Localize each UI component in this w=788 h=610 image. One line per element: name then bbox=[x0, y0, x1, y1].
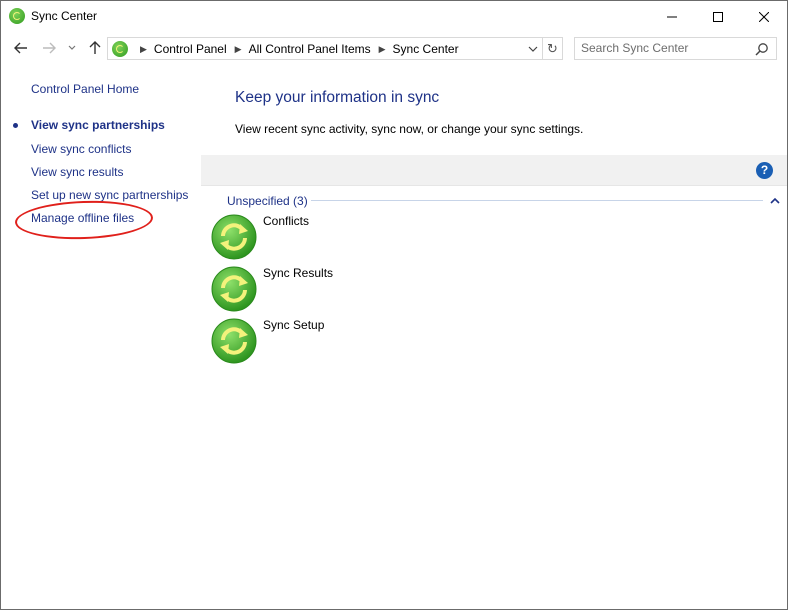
chevron-down-icon bbox=[528, 46, 538, 52]
group-header-unspecified[interactable]: Unspecified (3) bbox=[227, 194, 308, 208]
list-item[interactable]: Sync Setup bbox=[211, 318, 511, 368]
recent-locations-button[interactable] bbox=[65, 38, 79, 58]
maximize-icon bbox=[713, 11, 723, 22]
breadcrumb-control-panel[interactable]: Control Panel bbox=[154, 42, 227, 56]
forward-button[interactable] bbox=[39, 38, 59, 58]
list-item[interactable]: Sync Results bbox=[211, 266, 511, 316]
sync-icon bbox=[211, 214, 257, 260]
current-page-bullet bbox=[13, 123, 18, 128]
set-up-sync-partnerships-link[interactable]: Set up new sync partnerships bbox=[31, 188, 188, 202]
arrow-up-icon bbox=[89, 41, 101, 54]
breadcrumb-chevron-icon[interactable]: ▶ bbox=[235, 44, 242, 55]
view-sync-results-link[interactable]: View sync results bbox=[31, 165, 123, 179]
refresh-icon: ↻ bbox=[547, 40, 558, 56]
control-panel-home-link[interactable]: Control Panel Home bbox=[31, 82, 139, 96]
sync-center-location-icon bbox=[112, 41, 128, 57]
title-bar: Sync Center bbox=[1, 1, 787, 32]
help-icon[interactable]: ? bbox=[756, 162, 773, 179]
item-label-conflicts: Conflicts bbox=[263, 214, 310, 228]
search-input[interactable] bbox=[581, 41, 751, 55]
sync-icon bbox=[211, 318, 257, 364]
page-title: Keep your information in sync bbox=[235, 89, 440, 106]
highlight-ellipse bbox=[14, 198, 154, 242]
breadcrumb-chevron-icon[interactable]: ▶ bbox=[140, 44, 147, 55]
group-divider bbox=[311, 200, 763, 201]
sync-center-app-icon bbox=[9, 8, 25, 24]
search-icon[interactable] bbox=[755, 42, 769, 56]
minimize-icon bbox=[667, 16, 677, 17]
breadcrumb-all-items[interactable]: All Control Panel Items bbox=[249, 42, 371, 56]
back-button[interactable] bbox=[11, 38, 31, 58]
list-item[interactable]: Conflicts bbox=[211, 214, 511, 264]
arrow-right-icon bbox=[43, 42, 56, 54]
up-button[interactable] bbox=[85, 38, 105, 58]
left-navigation-pane: Control Panel Home View sync partnership… bbox=[1, 67, 201, 607]
address-bar[interactable]: ▶ Control Panel ▶ All Control Panel Item… bbox=[107, 37, 563, 60]
minimize-button[interactable] bbox=[649, 1, 695, 32]
command-toolbar: ? bbox=[201, 155, 787, 186]
chevron-down-icon bbox=[68, 45, 76, 50]
sync-icon bbox=[211, 266, 257, 312]
window-title: Sync Center bbox=[31, 9, 98, 23]
close-button[interactable] bbox=[741, 1, 787, 32]
refresh-button[interactable]: ↻ bbox=[542, 38, 562, 59]
page-description: View recent sync activity, sync now, or … bbox=[235, 122, 584, 136]
view-sync-partnerships-link[interactable]: View sync partnerships bbox=[31, 118, 165, 132]
main-content-pane: Keep your information in sync View recen… bbox=[201, 67, 787, 607]
sync-center-window: Sync Center ▶ Control Panel ▶ All Contro… bbox=[0, 0, 788, 610]
breadcrumb-chevron-icon[interactable]: ▶ bbox=[379, 44, 386, 55]
maximize-button[interactable] bbox=[695, 1, 741, 32]
close-icon bbox=[759, 11, 769, 22]
item-label-sync-results: Sync Results bbox=[263, 266, 334, 280]
address-dropdown-button[interactable] bbox=[524, 38, 542, 59]
chevron-up-icon[interactable] bbox=[769, 195, 781, 207]
breadcrumb: ▶ Control Panel ▶ All Control Panel Item… bbox=[132, 42, 459, 56]
search-box[interactable] bbox=[574, 37, 777, 60]
view-sync-conflicts-link[interactable]: View sync conflicts bbox=[31, 142, 131, 156]
item-label-sync-setup: Sync Setup bbox=[263, 318, 325, 332]
navigation-bar: ▶ Control Panel ▶ All Control Panel Item… bbox=[1, 32, 787, 66]
arrow-left-icon bbox=[14, 42, 27, 54]
breadcrumb-sync-center[interactable]: Sync Center bbox=[393, 42, 459, 56]
